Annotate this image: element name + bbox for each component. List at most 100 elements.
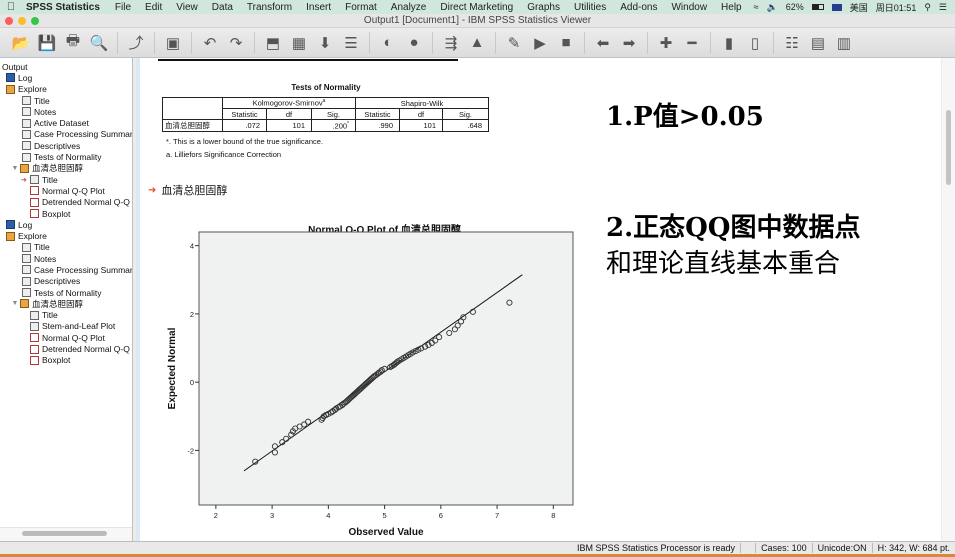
tests-of-normality-table[interactable]: Kolmogorov-Smirnova Shapiro-Wilk Statist… (162, 97, 489, 132)
print-preview-icon[interactable]: 🔍 (88, 32, 110, 54)
insert-heading-icon[interactable]: ☷ (781, 32, 803, 54)
outline-item[interactable]: Tests of Normality (2, 151, 132, 162)
menu-direct-marketing[interactable]: Direct Marketing (433, 2, 520, 13)
flag-icon[interactable] (831, 3, 842, 11)
menu-file[interactable]: File (108, 2, 138, 13)
outline-item[interactable]: Explore (2, 230, 132, 241)
collapse-icon[interactable]: ━ (681, 32, 703, 54)
spotlight-search-icon[interactable]: ⚲ (924, 2, 931, 13)
undo-icon[interactable]: ↶ (199, 32, 221, 54)
menu-transform[interactable]: Transform (240, 2, 299, 13)
menu-utilities[interactable]: Utilities (567, 2, 613, 13)
menu-format[interactable]: Format (338, 2, 384, 13)
outline-root[interactable]: Output (2, 61, 132, 72)
outline-item[interactable]: Detrended Normal Q-Q Plot (2, 343, 132, 354)
outline-item[interactable]: Title (2, 310, 132, 321)
recall-dialog-icon[interactable]: ▣ (162, 32, 184, 54)
toolbar-separator (154, 31, 155, 54)
outline-item[interactable]: Normal Q-Q Plot (2, 332, 132, 343)
outline-item[interactable]: Boxplot (2, 208, 132, 219)
section-heading[interactable]: ➜ 血清总胆固醇 (148, 182, 227, 198)
menu-app-name[interactable]: SPSS Statistics (22, 2, 108, 13)
menu-analyze[interactable]: Analyze (384, 2, 434, 13)
outline-item[interactable]: Stem-and-Leaf Plot (2, 321, 132, 332)
footnote: *. This is a lower bound of the true sig… (166, 137, 324, 146)
x-tick-label: 8 (551, 511, 555, 520)
battery-icon[interactable] (811, 4, 824, 10)
save-icon[interactable]: 💾 (36, 32, 58, 54)
notification-center-icon[interactable]: ☰ (939, 2, 947, 13)
outline-item[interactable]: Case Processing Summary (2, 264, 132, 275)
variables-icon[interactable]: ☰ (340, 32, 362, 54)
open-icon[interactable]: 📂 (10, 32, 32, 54)
outline-item[interactable]: ▼ 血清总胆固醇 (2, 298, 132, 309)
outline-item[interactable]: Active Dataset (2, 117, 132, 128)
outline-item-label: Detrended Normal Q-Q Plot (42, 344, 132, 355)
clock[interactable]: 周日01:51 (876, 1, 917, 14)
menu-help[interactable]: Help (714, 2, 749, 13)
document-icon (22, 152, 31, 162)
menu-edit[interactable]: Edit (138, 2, 169, 13)
scrollbar-thumb[interactable] (946, 110, 951, 185)
table-corner-cell (162, 97, 223, 120)
goto-variable-icon[interactable]: ▦ (288, 32, 310, 54)
outline-item[interactable]: Notes (2, 253, 132, 264)
volume-icon[interactable]: 🔈 (767, 2, 778, 13)
back-icon[interactable]: ⬅ (592, 32, 614, 54)
expand-icon[interactable]: ✚ (655, 32, 677, 54)
insert-title-icon[interactable]: ▤ (807, 32, 829, 54)
document-icon (22, 107, 31, 117)
battery-percent[interactable]: 62% (786, 2, 804, 12)
menu-window[interactable]: Window (664, 2, 714, 13)
outline-item[interactable]: Title (2, 95, 132, 106)
outline-item[interactable]: ▼ 血清总胆固醇 (2, 163, 132, 174)
menu-data[interactable]: Data (205, 2, 240, 13)
outline-item[interactable]: Title (2, 242, 132, 253)
outline-item[interactable]: Notes (2, 106, 132, 117)
outline-item[interactable]: ➜ Title (2, 174, 132, 185)
menu-insert[interactable]: Insert (299, 2, 338, 13)
outline-item[interactable]: Descriptives (2, 276, 132, 287)
outline-horizontal-scrollbar[interactable] (22, 531, 107, 536)
wifi-icon[interactable]: ≈ (754, 2, 759, 12)
scripts-icon[interactable]: ✎ (503, 32, 525, 54)
export-icon[interactable]: ⤴ (125, 32, 147, 54)
content-vertical-scrollbar[interactable] (941, 58, 955, 541)
outline-item[interactable]: Detrended Normal Q-Q Plot (2, 197, 132, 208)
value-labels-icon[interactable]: ▲ (466, 32, 488, 54)
outline-item[interactable]: Tests of Normality (2, 287, 132, 298)
run-icon[interactable]: ▶ (529, 32, 551, 54)
print-icon[interactable]: 🖶 (62, 32, 84, 54)
qq-plot-chart[interactable]: 2 3 4 5 6 7 8 4 2 0 -2 Observed Value Expected Norma… (160, 228, 580, 541)
chart-icon (30, 186, 39, 196)
outline-item[interactable]: Explore (2, 84, 132, 95)
sub-header: Sig. (311, 108, 356, 120)
menu-add-ons[interactable]: Add-ons (613, 2, 664, 13)
outline-item-label: Stem-and-Leaf Plot (42, 321, 116, 332)
outline-item[interactable]: Log (2, 219, 132, 230)
outline-item[interactable]: Descriptives (2, 140, 132, 151)
expand-toggle-icon[interactable]: ▼ (10, 300, 20, 307)
current-item-arrow-icon: ➜ (21, 176, 27, 184)
input-source[interactable]: 美国 (850, 1, 868, 14)
apple-icon[interactable]:  (0, 1, 22, 13)
processor-status: IBM SPSS Statistics Processor is ready (572, 543, 742, 553)
forward-icon[interactable]: ➡ (618, 32, 640, 54)
outline-item[interactable]: Log (2, 72, 132, 83)
redo-icon[interactable]: ↷ (225, 32, 247, 54)
expand-toggle-icon[interactable]: ▼ (10, 165, 20, 172)
hide-icon[interactable]: ▯ (744, 32, 766, 54)
outline-item[interactable]: Boxplot (2, 355, 132, 366)
outline-item[interactable]: Normal Q-Q Plot (2, 185, 132, 196)
show-icon[interactable]: ▮ (718, 32, 740, 54)
insert-text-icon[interactable]: ▥ (833, 32, 855, 54)
split-file-icon[interactable]: ◐ (377, 32, 399, 54)
stop-icon[interactable]: ■ (555, 32, 577, 54)
weight-cases-icon[interactable]: ● (403, 32, 425, 54)
select-cases-icon[interactable]: ⇶ (440, 32, 462, 54)
outline-item[interactable]: Case Processing Summary (2, 129, 132, 140)
menu-view[interactable]: View (169, 2, 205, 13)
menu-graphs[interactable]: Graphs (520, 2, 567, 13)
insert-cases-icon[interactable]: ⬇ (314, 32, 336, 54)
goto-case-icon[interactable]: ⬒ (262, 32, 284, 54)
